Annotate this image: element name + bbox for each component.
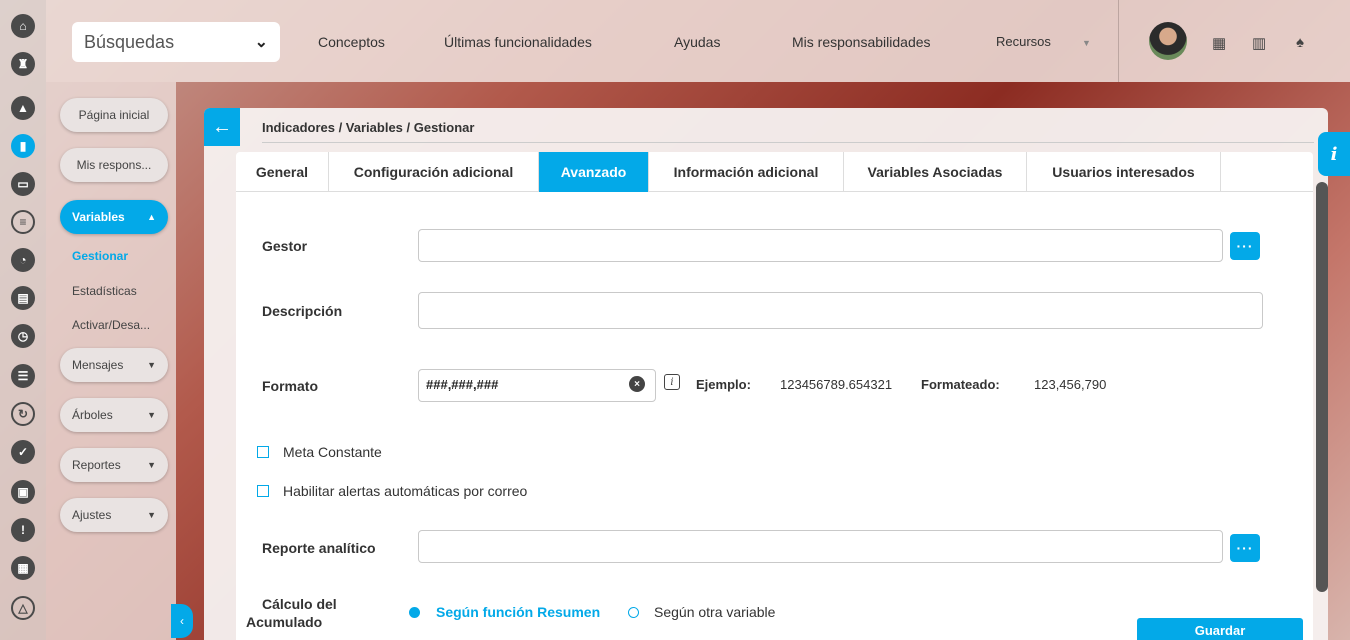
- refresh-icon[interactable]: ↻: [11, 402, 35, 426]
- book-icon[interactable]: ▤: [11, 286, 35, 310]
- radio-segun-otra-variable[interactable]: [628, 607, 639, 618]
- caret-down-icon: ▼: [1082, 38, 1091, 48]
- pie-chart-icon[interactable]: ◔: [11, 248, 35, 272]
- save-button[interactable]: Guardar: [1137, 618, 1303, 640]
- descripcion-input[interactable]: [418, 292, 1263, 329]
- ejemplo-label: Ejemplo:: [696, 377, 751, 392]
- bell-icon[interactable]: ♠: [1296, 34, 1304, 51]
- breadcrumb: Indicadores / Variables / Gestionar: [262, 120, 475, 135]
- nav-mis-responsabilidades[interactable]: Mis responsabilidades: [792, 34, 931, 50]
- radio-segun-funcion-resumen-label: Según función Resumen: [436, 604, 601, 620]
- meta-constante-label: Meta Constante: [283, 444, 382, 460]
- alertas-label: Habilitar alertas automáticas por correo: [283, 483, 528, 499]
- back-button[interactable]: ←: [204, 108, 240, 146]
- secondary-sidebar: Página inicial Mis respons... Variables …: [46, 82, 176, 640]
- divider: [1118, 0, 1119, 82]
- warning-icon[interactable]: !: [11, 518, 35, 542]
- tab-usuarios-interesados[interactable]: Usuarios interesados: [1027, 152, 1221, 192]
- descripcion-label: Descripción: [262, 303, 343, 319]
- sidebar-item-label: Variables: [72, 210, 125, 224]
- tab-variables-asociadas[interactable]: Variables Asociadas: [844, 152, 1027, 192]
- form-card: General Configuración adicional Avanzado…: [236, 152, 1313, 640]
- caret-down-icon: ▼: [147, 410, 156, 420]
- avatar[interactable]: [1149, 22, 1187, 60]
- calculo-label-line2: Acumulado: [246, 614, 323, 630]
- calendar-icon[interactable]: ▦: [11, 556, 35, 580]
- tab-informacion-adicional[interactable]: Información adicional: [649, 152, 844, 192]
- search-dropdown[interactable]: Búsquedas ⌄: [72, 22, 280, 62]
- book-icon[interactable]: ▥: [1252, 34, 1266, 52]
- gestor-input[interactable]: [418, 229, 1223, 262]
- sidebar-item-reportes[interactable]: Reportes ▼: [60, 448, 168, 482]
- network-icon[interactable]: △: [11, 596, 35, 620]
- calculo-label-line1: Cálculo del: [262, 596, 337, 612]
- radio-segun-funcion-resumen[interactable]: [409, 607, 420, 618]
- clear-icon[interactable]: ×: [629, 376, 645, 392]
- info-icon[interactable]: i: [664, 374, 680, 390]
- list-icon[interactable]: ☰: [11, 364, 35, 388]
- search-label: Búsquedas: [84, 31, 175, 52]
- reporte-analitico-label: Reporte analítico: [262, 540, 376, 556]
- caret-down-icon: ▼: [147, 510, 156, 520]
- scrollbar[interactable]: [1316, 182, 1328, 592]
- sidebar-item-ajustes[interactable]: Ajustes ▼: [60, 498, 168, 532]
- gestor-select-button[interactable]: ···: [1230, 232, 1260, 260]
- calendar-icon[interactable]: ▦: [1212, 34, 1226, 52]
- reporte-select-button[interactable]: ···: [1230, 534, 1260, 562]
- chevron-down-icon: ⌄: [254, 34, 268, 51]
- gestor-label: Gestor: [262, 238, 308, 254]
- sidebar-item-pagina-inicial[interactable]: Página inicial: [60, 98, 168, 132]
- triangle-icon[interactable]: ▲: [11, 96, 35, 120]
- caret-down-icon: ▼: [147, 460, 156, 470]
- check-icon[interactable]: ✓: [11, 440, 35, 464]
- formato-label: Formato: [262, 378, 318, 394]
- briefcase-icon[interactable]: ▣: [11, 480, 35, 504]
- sidebar-item-label: Mis respons...: [76, 158, 152, 172]
- nav-ayudas[interactable]: Ayudas: [674, 34, 720, 50]
- formato-value: ###,###,###: [426, 377, 499, 392]
- icon-rail: ⌂ ♜ ▲ ▮ ▭ ≡ ◔ ▤ ◷ ☰ ↻ ✓ ▣ ! ▦ △: [0, 0, 46, 640]
- formateado-label: Formateado:: [921, 377, 1000, 392]
- formateado-value: 123,456,790: [1034, 377, 1107, 392]
- sidebar-item-mis-responsabilidades[interactable]: Mis respons...: [60, 148, 168, 182]
- divider: [262, 142, 1314, 143]
- nav-recursos[interactable]: Recursos: [996, 34, 1051, 49]
- nav-conceptos[interactable]: Conceptos: [318, 34, 385, 50]
- clock-icon[interactable]: ◷: [11, 324, 35, 348]
- bar-chart-icon[interactable]: ▮: [11, 134, 35, 158]
- chess-rook-icon[interactable]: ♜: [11, 52, 35, 76]
- presentation-icon[interactable]: ▭: [11, 172, 35, 196]
- info-icon[interactable]: i: [1318, 132, 1350, 176]
- sidebar-item-variables[interactable]: Variables ▲: [60, 200, 168, 234]
- ejemplo-value: 123456789.654321: [780, 377, 893, 392]
- caret-up-icon: ▲: [147, 212, 156, 222]
- gantt-icon[interactable]: ≡: [11, 210, 35, 234]
- caret-down-icon: ▼: [147, 360, 156, 370]
- tab-bar: General Configuración adicional Avanzado…: [236, 152, 1313, 192]
- tab-avanzado[interactable]: Avanzado: [539, 152, 649, 192]
- collapse-sidebar-button[interactable]: ‹: [171, 604, 193, 638]
- meta-constante-checkbox[interactable]: [257, 446, 269, 458]
- home-icon[interactable]: ⌂: [11, 14, 35, 38]
- sidebar-item-label: Árboles: [72, 408, 113, 422]
- sidebar-sub-activar[interactable]: Activar/Desa...: [72, 318, 150, 332]
- sidebar-item-arboles[interactable]: Árboles ▼: [60, 398, 168, 432]
- topbar: Búsquedas ⌄ Conceptos Últimas funcionali…: [46, 0, 1350, 82]
- radio-segun-otra-variable-label: Según otra variable: [654, 604, 776, 620]
- tab-configuracion-adicional[interactable]: Configuración adicional: [329, 152, 539, 192]
- sidebar-sub-estadisticas[interactable]: Estadísticas: [72, 284, 137, 298]
- sidebar-sub-gestionar[interactable]: Gestionar: [72, 249, 128, 263]
- alertas-checkbox[interactable]: [257, 485, 269, 497]
- sidebar-item-label: Ajustes: [72, 508, 112, 522]
- sidebar-item-label: Mensajes: [72, 358, 124, 372]
- tab-general[interactable]: General: [236, 152, 329, 192]
- nav-ultimas-funcionalidades[interactable]: Últimas funcionalidades: [444, 34, 592, 50]
- sidebar-item-label: Página inicial: [78, 108, 150, 122]
- reporte-analitico-input[interactable]: [418, 530, 1223, 563]
- sidebar-item-label: Reportes: [72, 458, 121, 472]
- sidebar-item-mensajes[interactable]: Mensajes ▼: [60, 348, 168, 382]
